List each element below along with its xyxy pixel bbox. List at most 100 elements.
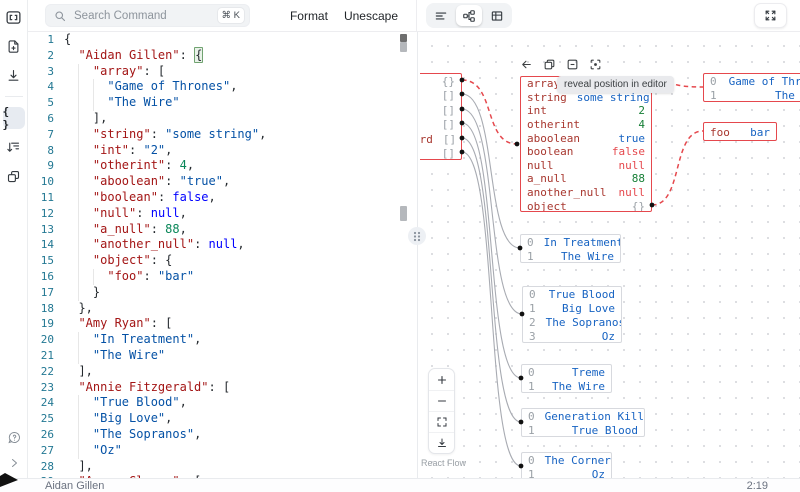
collapse-sidebar-icon[interactable] — [3, 452, 25, 474]
left-sidebar: { } — [0, 0, 28, 478]
code-line: 28 ], — [28, 459, 417, 475]
graph-node-alexander-skarsgard[interactable]: 0Generation Kill1True Blood — [521, 408, 645, 437]
node-row: 2The Sopranos — [523, 316, 621, 330]
graph-node-aidan-object[interactable]: foobar — [703, 122, 777, 141]
line-number: 24 — [28, 395, 54, 411]
indent-guide — [78, 143, 79, 159]
compact-lines-icon[interactable] — [3, 136, 25, 158]
graph-node-aidan-array[interactable]: 0Game of Thrones1The Wire — [703, 73, 800, 102]
indent-guide — [93, 79, 94, 95]
code-line: 17 } — [28, 285, 417, 301]
code-line: 10 "aboolean": "true", — [28, 174, 417, 190]
graph-panel[interactable]: Aidan Gillen{}Amy Ryan[]Annie Fitzgerald… — [420, 32, 800, 478]
code-line: 26 "The Sopranos", — [28, 427, 417, 443]
code-line: 14 "another_null": null, — [28, 237, 417, 253]
bracket-match: { — [194, 47, 203, 63]
download-image-button[interactable] — [429, 432, 454, 453]
indent-guide — [78, 427, 79, 443]
search-input[interactable] — [72, 9, 218, 23]
scrollbar-mark-mid[interactable] — [400, 206, 407, 221]
selection-path: Aidan Gillen — [45, 480, 104, 492]
line-number: 19 — [28, 316, 54, 332]
node-row: Amy Ryan[] — [420, 89, 461, 104]
back-icon[interactable] — [520, 58, 533, 71]
download-icon[interactable] — [3, 64, 25, 86]
code-line: 6 ], — [28, 111, 417, 127]
node-row: object{} — [521, 199, 651, 212]
code-text: ], — [64, 111, 107, 127]
indent-guide — [78, 443, 79, 459]
code-text: }, — [64, 301, 93, 317]
text-view-button[interactable] — [428, 5, 454, 26]
code-text: "object": { — [64, 253, 172, 269]
editor-lines: 1{2 "Aidan Gillen": {3 "array": [4 "Game… — [28, 32, 417, 478]
graph-node-anwan-glover[interactable]: 0Treme1The Wire — [521, 364, 612, 393]
code-editor[interactable]: 1{2 "Aidan Gillen": {3 "array": [4 "Game… — [28, 32, 417, 478]
node-row: another_nullnull — [521, 186, 651, 200]
line-number: 16 — [28, 269, 54, 285]
code-text: "In Treatment", — [64, 332, 201, 348]
node-row: booleanfalse — [521, 145, 651, 159]
code-text: "True Blood", — [64, 395, 187, 411]
copy-icon[interactable] — [543, 58, 556, 71]
focus-node-icon[interactable] — [589, 58, 602, 71]
indent-guide — [78, 64, 79, 80]
code-line: 13 "a_null": 88, — [28, 222, 417, 238]
app-logo-icon[interactable] — [3, 6, 25, 28]
view-toggle-group — [426, 3, 512, 28]
reactflow-attribution[interactable]: React Flow — [421, 458, 466, 468]
zoom-out-button[interactable] — [429, 390, 454, 411]
code-text: } — [64, 285, 100, 301]
collapse-node-icon[interactable] — [566, 58, 579, 71]
feedback-bubble-icon[interactable] — [3, 426, 25, 448]
graph-node-root[interactable]: Aidan Gillen{}Amy Ryan[]Annie Fitzgerald… — [420, 73, 462, 160]
scrollbar-mark-top[interactable] — [400, 34, 407, 42]
indent-guide — [78, 111, 79, 127]
code-text: "array": [ — [64, 64, 165, 80]
fit-view-button[interactable] — [429, 411, 454, 432]
node-row: 1Oz — [522, 467, 611, 478]
node-row: otherint4 — [521, 118, 651, 132]
code-line: 3 "array": [ — [28, 64, 417, 80]
code-line: 21 "The Wire" — [28, 348, 417, 364]
fullscreen-button[interactable] — [754, 3, 787, 28]
indent-guide — [78, 411, 79, 427]
graph-view-button[interactable] — [456, 5, 482, 26]
indent-guide — [93, 269, 94, 285]
indent-guide — [78, 206, 79, 222]
graph-node-amy-ryan[interactable]: 0In Treatment1The Wire — [520, 234, 621, 263]
code-text: "The Wire" — [64, 95, 180, 111]
graph-node-aidan-gillen[interactable]: array[]stringsome stringint2otherint4abo… — [520, 76, 652, 212]
graph-node-alice-farmer[interactable]: 0The Corner1Oz2The Wire — [521, 452, 612, 478]
code-line: 9 "otherint": 4, — [28, 158, 417, 174]
unescape-button[interactable]: Unescape — [344, 9, 398, 23]
line-number: 17 — [28, 285, 54, 301]
code-line: 4 "Game of Thrones", — [28, 79, 417, 95]
graph-node-annie-fitzgerald[interactable]: 0True Blood1Big Love2The Sopranos3Oz — [522, 286, 622, 343]
code-line: 19 "Amy Ryan": [ — [28, 316, 417, 332]
node-row: nullnull — [521, 159, 651, 173]
table-view-button[interactable] — [484, 5, 510, 26]
indent-guide — [78, 348, 79, 364]
search-icon — [54, 10, 66, 22]
indent-guide — [78, 95, 79, 111]
node-row: 0Generation Kill — [522, 409, 644, 424]
indent-guide — [78, 190, 79, 206]
line-number: 9 — [28, 158, 54, 174]
node-row: 1The Wire — [704, 89, 800, 103]
scrollbar-mark-top2[interactable] — [400, 42, 407, 52]
search-command-box[interactable]: ⌘ K — [45, 4, 250, 27]
node-row: 0Treme — [522, 365, 611, 380]
graph-edge — [462, 152, 521, 466]
zoom-in-button[interactable] — [429, 369, 454, 390]
new-document-icon[interactable] — [3, 35, 25, 57]
node-row: 1Big Love — [523, 301, 621, 315]
group-nodes-icon[interactable] — [3, 165, 25, 187]
panel-drag-handle[interactable] — [408, 227, 426, 245]
indent-guide — [78, 79, 79, 95]
json-braces-icon[interactable]: { } — [3, 107, 25, 129]
code-text: "int": "2", — [64, 143, 172, 159]
code-text: "Oz" — [64, 443, 122, 459]
format-button[interactable]: Format — [290, 9, 328, 23]
line-number: 7 — [28, 127, 54, 143]
